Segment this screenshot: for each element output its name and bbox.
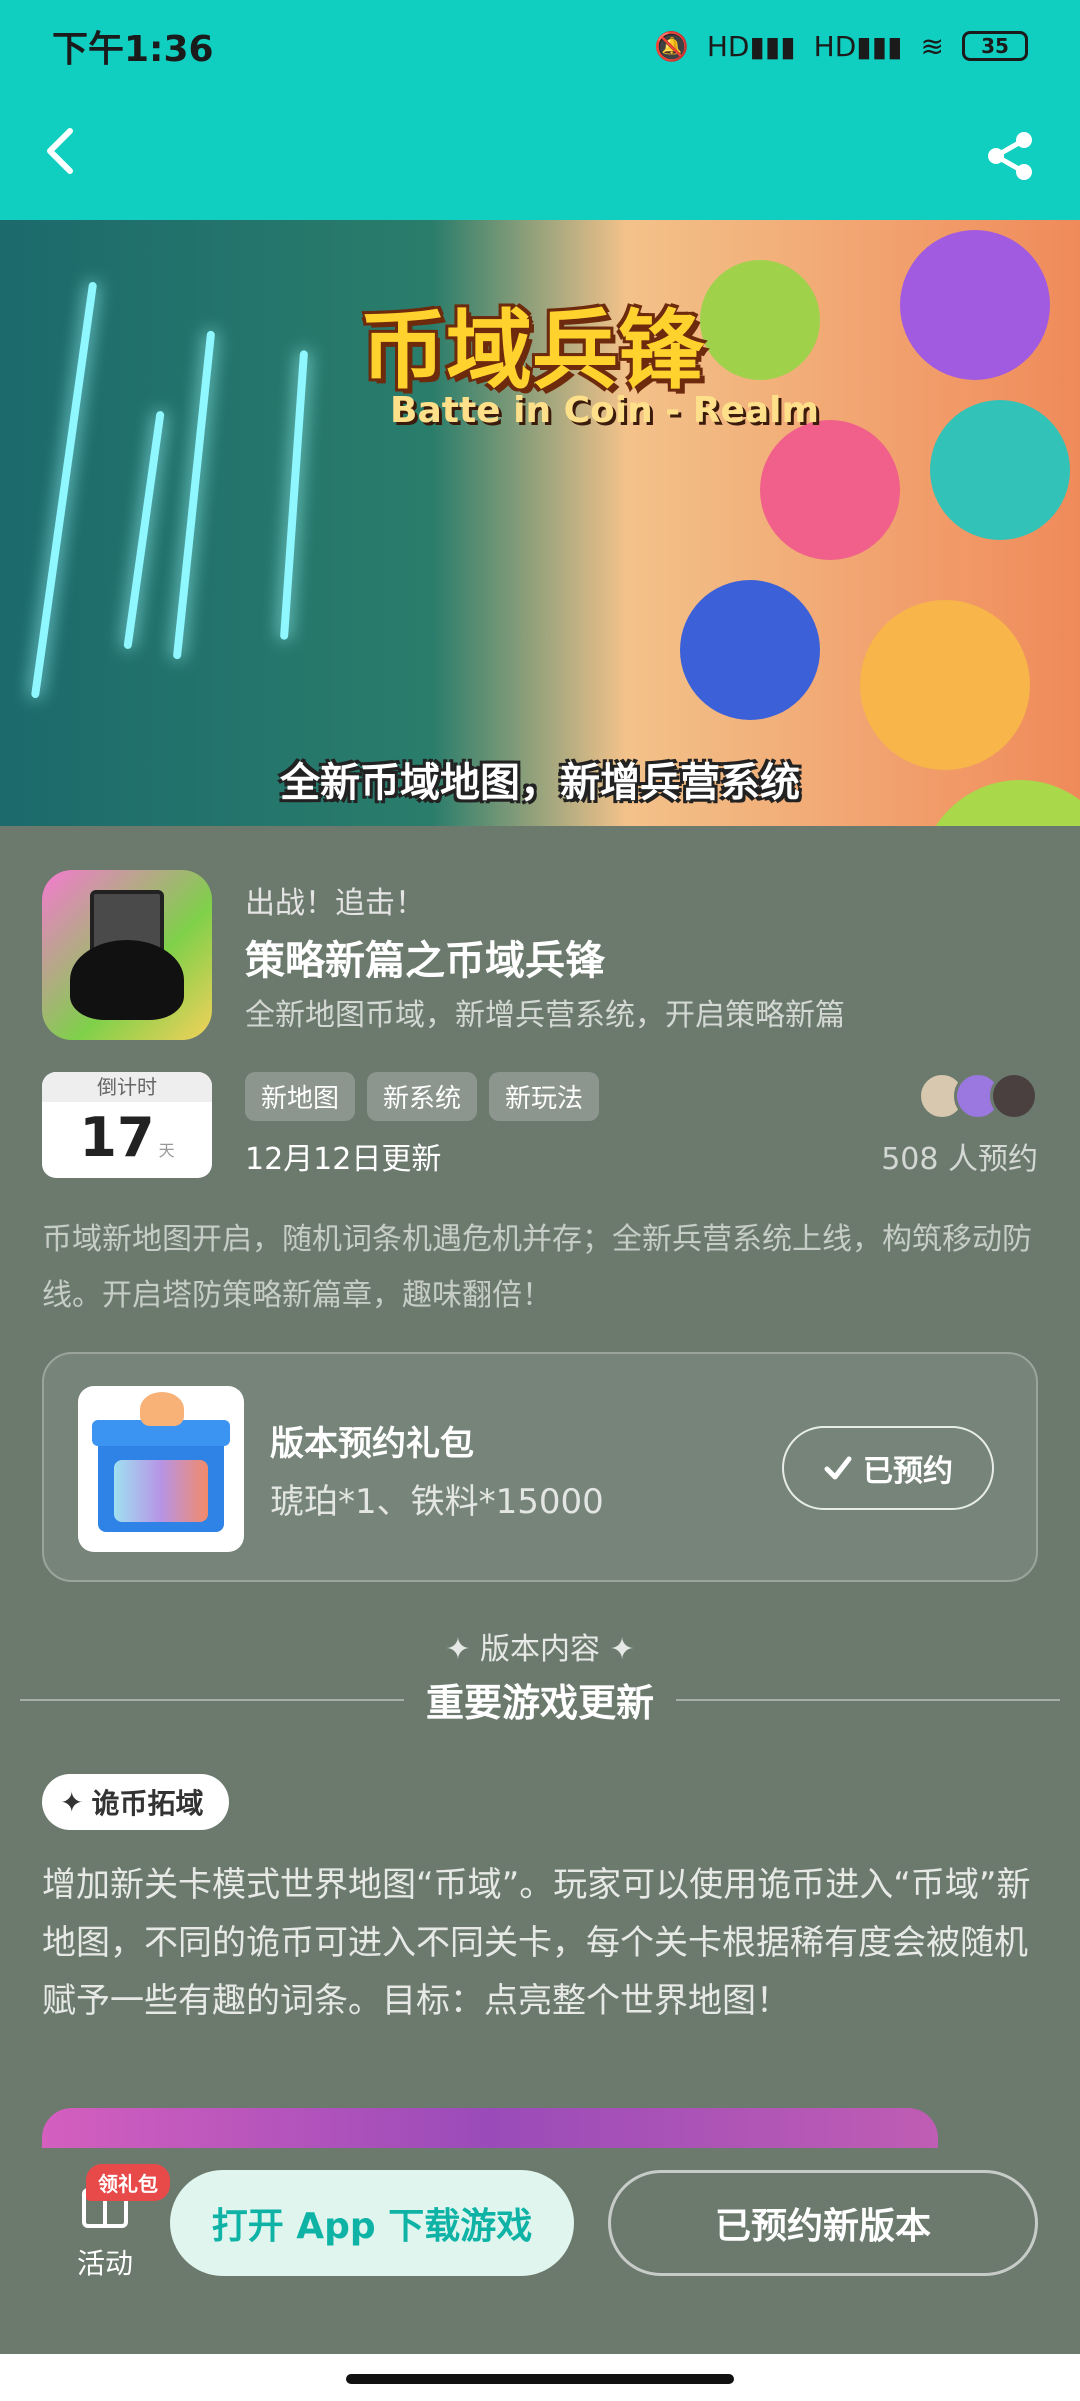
feature-image [42, 2108, 938, 2148]
hero-banner[interactable]: 币域兵锋 Batte in Coin - Realm 全新币域地图，新增兵营系统 [0, 220, 1080, 826]
activity-label: 活动 [76, 2247, 133, 2280]
status-bar: 下午1:36 🔕 HD▮▮▮ HD▮▮▮ ≋ 35 [0, 0, 1080, 92]
section-subtitle: ✦ 版本内容 ✦ [445, 1632, 635, 1667]
section-title: 重要游戏更新 [426, 1681, 655, 1725]
gift-description: 琥珀*1、铁料*15000 [270, 1482, 604, 1522]
gift-badge: 领礼包 [86, 2164, 170, 2201]
top-navigation [0, 92, 1080, 220]
check-icon [824, 1456, 852, 1480]
reserve-count: 508 人预约 [881, 1142, 1038, 1177]
open-app-button[interactable]: 打开 App 下载游戏 [170, 2170, 574, 2276]
share-icon [988, 132, 1032, 180]
light-beam [172, 330, 216, 660]
gift-reserved-label: 已预约 [863, 1454, 953, 1489]
gift-card: 版本预约礼包 琥珀*1、铁料*15000 已预约 [42, 1352, 1038, 1582]
light-beam [279, 350, 309, 640]
countdown-unit: 天 [158, 1141, 175, 1160]
monster-blob [930, 400, 1070, 540]
avatar [990, 1072, 1038, 1120]
wifi-icon: ≋ [920, 29, 944, 63]
signal-icon: HD▮▮▮ [706, 29, 796, 63]
feature-tag: ✦ 诡币拓域 [42, 1774, 230, 1830]
divider [676, 1698, 1061, 1701]
banner-subtitle: Batte in Coin - Realm [390, 390, 820, 431]
reserved-new-version-button[interactable]: 已预约新版本 [608, 2170, 1038, 2276]
mute-icon: 🔕 [653, 29, 689, 63]
feature-text: 增加新关卡模式世界地图“币域”。玩家可以使用诡币进入“币域”新地图，不同的诡币可… [42, 1865, 1031, 2021]
banner-title: 币域兵锋 [360, 301, 704, 401]
app-icon[interactable] [42, 870, 212, 1040]
back-button[interactable] [40, 121, 100, 191]
app-description: 全新地图币域，新增兵营系统，开启策略新篇 [245, 998, 845, 1033]
tag-new-map: 新地图 [245, 1072, 356, 1121]
monster-blob [680, 580, 820, 720]
status-icons: 🔕 HD▮▮▮ HD▮▮▮ ≋ 35 [654, 30, 1028, 63]
tag-new-gameplay: 新玩法 [489, 1072, 600, 1121]
monster-blob [860, 600, 1030, 770]
app-kicker: 出战！追击！ [245, 886, 425, 921]
section-title-row: 重要游戏更新 [20, 1672, 1061, 1727]
light-beam [30, 281, 98, 699]
update-date: 12月12日更新 [245, 1142, 442, 1177]
gift-box-icon [78, 1386, 244, 1552]
tag-list: 新地图 新系统 新玩法 [245, 1072, 600, 1121]
countdown-card: 倒计时 17 天 [42, 1072, 212, 1178]
signal-icon-2: HD▮▮▮ [813, 29, 903, 63]
gift-reserved-button[interactable]: 已预约 [782, 1426, 994, 1510]
countdown-days: 17 天 [79, 1106, 175, 1169]
update-summary: 币域新地图开启，随机词条机遇危机并存；全新兵营系统上线，构筑移动防线。开启塔防策… [42, 1222, 1032, 1313]
reserver-avatars [918, 1072, 1038, 1120]
home-indicator[interactable] [346, 2374, 734, 2384]
banner-caption: 全新币域地图，新增兵营系统 [280, 760, 800, 806]
feature-tag-label: 诡币拓域 [91, 1787, 204, 1820]
app-title: 策略新篇之币域兵锋 [245, 938, 605, 984]
battery-icon: 35 [962, 31, 1028, 61]
share-button[interactable] [980, 126, 1040, 186]
sparkle-icon: ✦ [60, 1785, 84, 1819]
light-beam [123, 410, 165, 650]
monster-blob [700, 260, 820, 380]
bottom-bar: 活动 领礼包 打开 App 下载游戏 已预约新版本 [0, 2148, 1080, 2344]
gift-title: 版本预约礼包 [270, 1424, 474, 1464]
tag-new-system: 新系统 [367, 1072, 478, 1121]
ghost-icon [70, 940, 184, 1020]
countdown-label: 倒计时 [42, 1072, 212, 1102]
monster-blob [760, 420, 900, 560]
activity-button[interactable]: 活动 [60, 2188, 150, 2282]
chevron-left-icon [47, 128, 73, 174]
status-time: 下午1:36 [52, 29, 214, 70]
monster-blob [900, 230, 1050, 380]
divider [20, 1698, 404, 1701]
